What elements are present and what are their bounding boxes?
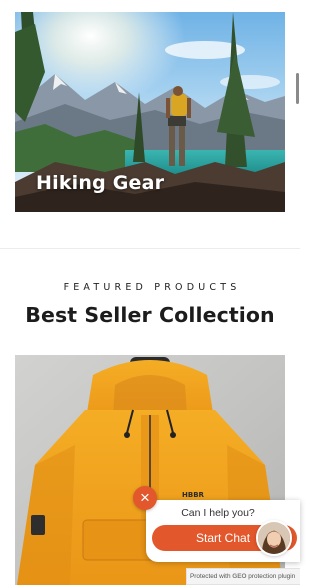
avatar-image: [258, 522, 290, 554]
chest-logo: HBBR: [182, 491, 205, 499]
hero-title[interactable]: Hiking Gear: [36, 172, 164, 194]
section-eyebrow: FEATURED PRODUCTS: [63, 282, 241, 293]
protection-prefix: Protected with: [190, 573, 231, 580]
support-agent-avatar[interactable]: [256, 520, 292, 556]
section-divider: [0, 248, 300, 249]
hero-banner[interactable]: Hiking Gear: [15, 12, 285, 212]
protection-badge[interactable]: Protected with GEO protection plugin: [186, 568, 300, 585]
page-scrollbar[interactable]: [296, 73, 299, 104]
chat-prompt: Can I help you?: [181, 507, 255, 519]
protection-suffix: protection plugin: [248, 573, 296, 580]
chat-close-button[interactable]: ×: [133, 486, 157, 510]
protection-brand: GEO: [232, 573, 247, 580]
section-title: Best Seller Collection: [25, 303, 275, 327]
